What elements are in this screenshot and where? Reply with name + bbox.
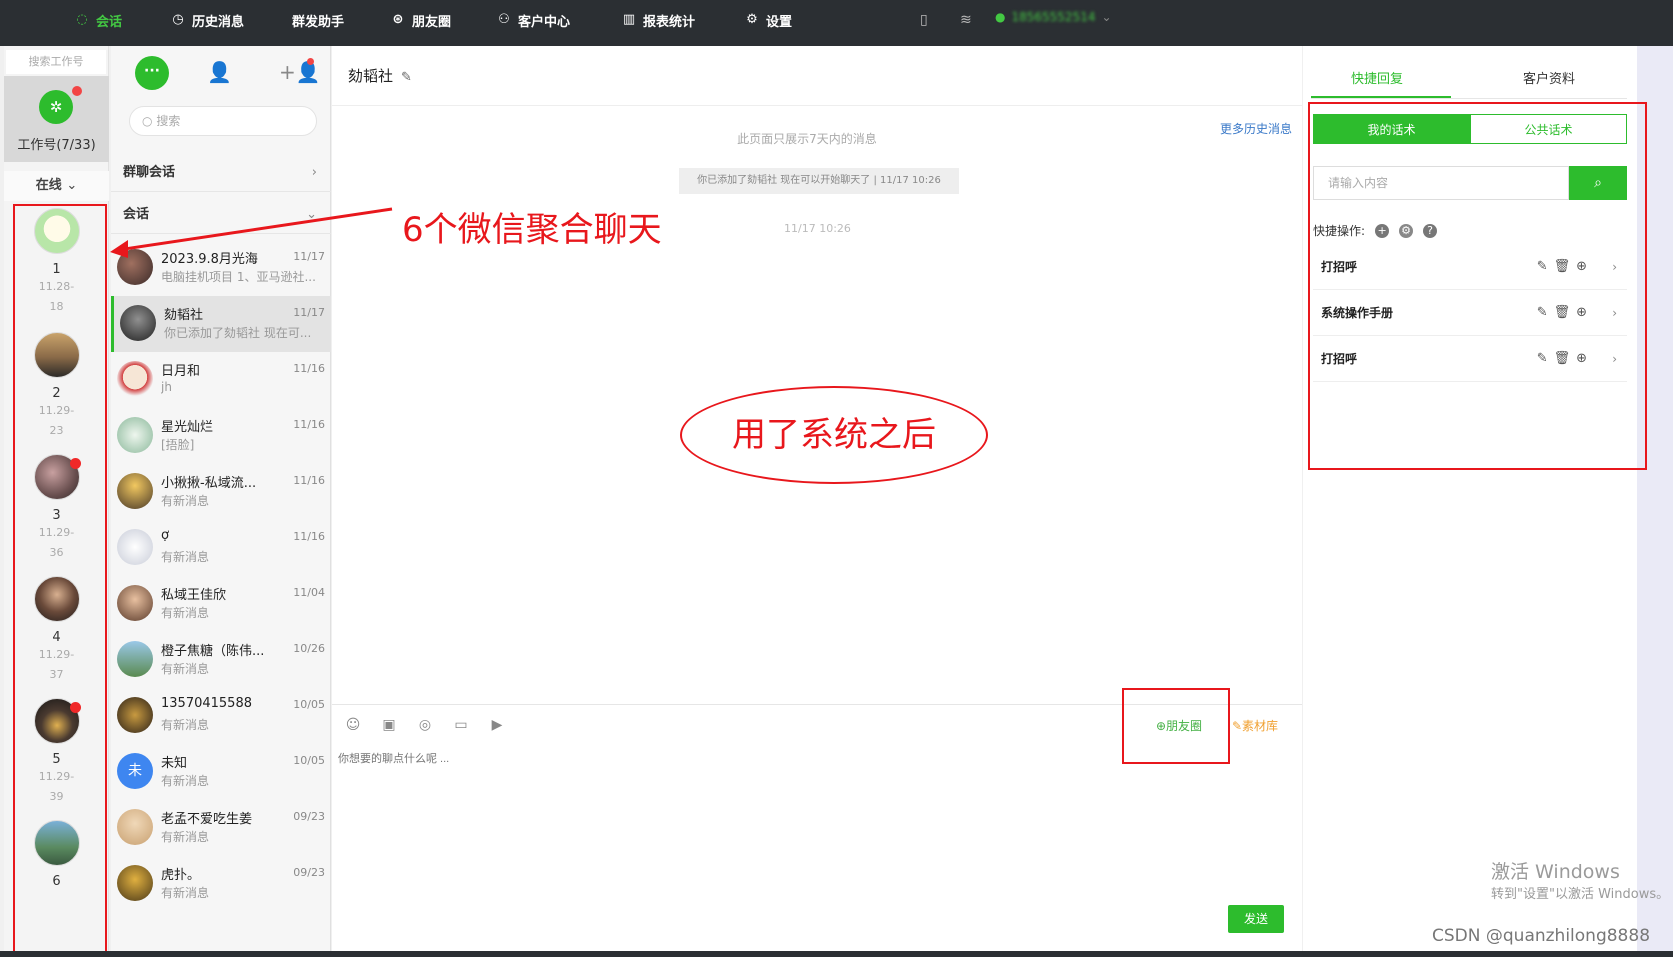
chevron-down-icon: ⌄	[1101, 10, 1112, 24]
user-icon: ⚇	[498, 12, 510, 27]
conversation-item[interactable]: 虎扑。 有新消息 09/23	[111, 856, 331, 912]
tab-customer-profile[interactable]: 客户资料	[1523, 68, 1575, 87]
avatar	[120, 305, 156, 341]
windows-activation-watermark: 激活 Windows	[1491, 861, 1620, 883]
nav-reports[interactable]: ▥ 报表统计	[621, 0, 695, 40]
conversation-item[interactable]: 13570415588 有新消息 10/05	[111, 688, 331, 744]
avatar	[117, 641, 153, 677]
session-header[interactable]: 会话 ⌄	[111, 196, 331, 234]
chat-title: 劾韬社	[348, 67, 394, 85]
chat-panel: 劾韬社 ✎ 更多历史消息 此页面只展示7天内的消息 你已添加了劾韬社 现在可以开始…	[332, 46, 1302, 957]
chevron-down-icon: ⌄	[306, 207, 317, 222]
work-account-tile[interactable]: ✲ 工作号(7/33)	[4, 76, 109, 162]
message-timestamp: 11/17 10:26	[784, 222, 851, 235]
tab-active-indicator	[1311, 96, 1451, 98]
account-count-label: 工作号(7/33)	[17, 138, 96, 153]
bar-chart-icon: ▥	[622, 12, 636, 27]
avatar	[117, 865, 153, 901]
chevron-down-icon: ⌄	[66, 178, 78, 193]
database-icon[interactable]: ≋	[960, 12, 972, 28]
avatar	[117, 417, 153, 453]
clock-icon: ◷	[172, 12, 184, 27]
conversation-item[interactable]: 橙子焦糖（陈伟... 有新消息 10/26	[111, 632, 331, 688]
current-user[interactable]: ● 18565552514 ⌄	[995, 10, 1112, 24]
top-nav-bar: ◌ 会话 ◷ 历史消息 群发助手 ⊛ 朋友圈 ⚇ 客户中心 ▥ 报表统计 ⚙ 设置 ▯ ≋ …	[0, 0, 1673, 46]
sticker-icon[interactable]: ◎	[416, 717, 434, 735]
annotation-box-moments	[1122, 688, 1230, 764]
avatar	[117, 361, 153, 397]
avatar: 未	[117, 753, 153, 789]
notification-badge	[72, 86, 82, 96]
chevron-right-icon: ›	[311, 165, 317, 180]
user-icon: ●	[995, 10, 1006, 24]
chat-bubble-icon[interactable]: ···	[135, 56, 169, 90]
group-chat-row[interactable]: 群聊会话 ›	[111, 154, 331, 192]
material-library-link[interactable]: ✎素材库	[1232, 717, 1278, 734]
conversation-tabs: ··· 👤 +👤	[111, 56, 331, 96]
emoji-icon[interactable]: ☺	[344, 717, 362, 735]
avatar	[117, 809, 153, 845]
book-icon[interactable]: ▯	[920, 12, 928, 28]
annotation-ellipse: 用了系统之后	[680, 386, 988, 484]
folder-icon[interactable]: ▭	[452, 717, 470, 735]
conversation-item[interactable]: 2023.9.8月光海 电脑挂机项目 1、亚马逊社... 11/17	[111, 240, 331, 296]
gear-icon: ⚙	[746, 12, 758, 27]
avatar	[117, 249, 153, 285]
image-icon[interactable]: ▣	[380, 717, 398, 735]
wechat-icon: ✲	[39, 90, 73, 124]
avatar	[117, 585, 153, 621]
nav-history[interactable]: ◷ 历史消息	[170, 0, 244, 40]
avatar	[117, 473, 153, 509]
nav-moments[interactable]: ⊛ 朋友圈	[390, 0, 451, 40]
system-message: 你已添加了劾韬社 现在可以开始聊天了 | 11/17 10:26	[679, 168, 959, 194]
avatar	[117, 697, 153, 733]
conversation-column: ··· 👤 +👤 ○ 搜索 群聊会话 › 会话 ⌄ 2023.9.8月光海 电脑挂机…	[111, 46, 331, 957]
edit-icon[interactable]: ✎	[401, 70, 412, 85]
video-icon[interactable]: ▶	[488, 717, 506, 735]
send-button[interactable]: 发送	[1228, 905, 1284, 933]
add-friend-icon[interactable]: +👤	[279, 60, 321, 84]
nav-settings[interactable]: ⚙ 设置	[744, 0, 792, 40]
conversation-item[interactable]: ợ 有新消息 11/16	[111, 520, 331, 576]
bottom-bar	[0, 951, 1673, 957]
conversation-item-active[interactable]: 劾韬社 你已添加了劾韬社 现在可... 11/17	[111, 296, 331, 352]
conversation-search-input[interactable]: ○ 搜索	[129, 106, 317, 136]
avatar	[117, 529, 153, 565]
account-search-input[interactable]: 搜索工作号	[6, 50, 106, 74]
annotation-box-accounts	[13, 204, 107, 956]
chat-header: 劾韬社 ✎	[332, 46, 1302, 106]
status-filter[interactable]: 在线 ⌄	[4, 171, 109, 201]
tab-divider	[1311, 98, 1627, 99]
nav-chat[interactable]: ◌ 会话	[74, 0, 122, 40]
conversation-item[interactable]: 老孟不爱吃生姜 有新消息 09/23	[111, 800, 331, 856]
csdn-watermark: CSDN @quanzhilong8888	[1432, 926, 1651, 946]
nav-customer-center[interactable]: ⚇ 客户中心	[496, 0, 570, 40]
tab-quick-reply[interactable]: 快捷回复	[1351, 68, 1403, 87]
conversation-item[interactable]: 日月和 jh 11/16	[111, 352, 331, 408]
history-notice: 此页面只展示7天内的消息	[737, 132, 877, 146]
nav-broadcast[interactable]: 群发助手	[292, 0, 344, 40]
conversation-item[interactable]: 小揪揪-私域流... 有新消息 11/16	[111, 464, 331, 520]
windows-activation-hint: 转到"设置"以激活 Windows。	[1491, 887, 1670, 902]
search-icon: ○	[142, 114, 153, 128]
conversation-item[interactable]: 未 未知 有新消息 10/05	[111, 744, 331, 800]
annotation-box-quick-reply	[1308, 102, 1647, 470]
aperture-icon: ⊛	[392, 12, 404, 27]
conversation-item[interactable]: 星光灿烂 [捂脸] 11/16	[111, 408, 331, 464]
chat-icon: ◌	[76, 12, 88, 27]
conversation-item[interactable]: 私域王佳欣 有新消息 11/04	[111, 576, 331, 632]
notification-dot	[307, 58, 314, 65]
annotation-text: 6个微信聚合聊天	[402, 210, 662, 250]
contacts-icon[interactable]: 👤	[207, 60, 232, 84]
